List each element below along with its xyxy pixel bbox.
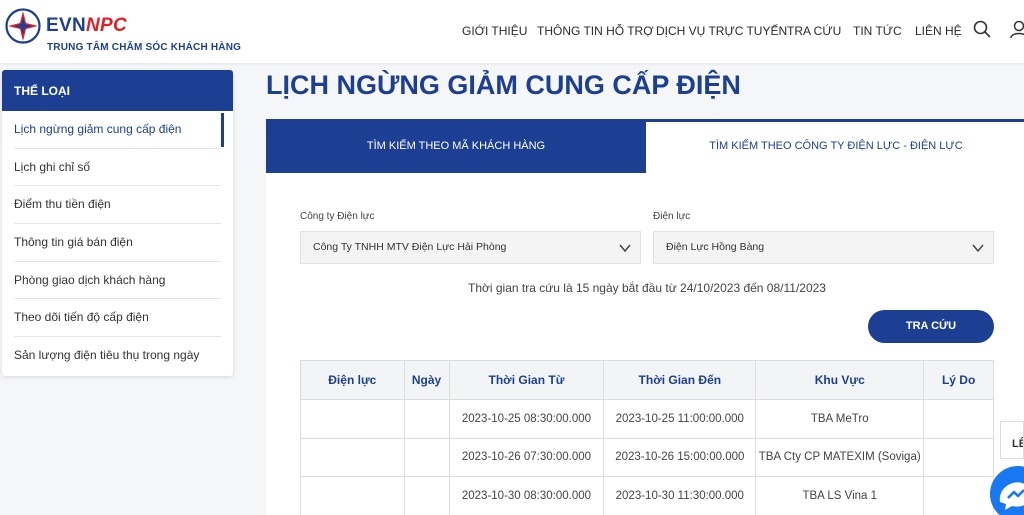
nav-item-lien-he[interactable]: LIÊN HỆ <box>915 24 962 38</box>
sidebar-item-gia-ban-dien[interactable]: Thông tin giá bán điện <box>14 224 221 262</box>
col-header-dien-luc[interactable]: Điện lực <box>300 360 405 400</box>
col-header-thoi-gian-den[interactable]: Thời Gian Đến <box>603 360 757 400</box>
col-header-khu-vuc[interactable]: Khu Vực <box>755 360 925 400</box>
search-button[interactable]: TRA CỨU <box>868 310 994 343</box>
cell-khu-vuc: TBA LS Vina 1 <box>755 476 925 515</box>
tab-search-by-company[interactable]: TÌM KIẾM THEO CÔNG TY ĐIỆN LỰC - ĐIỆN LỰ… <box>646 119 1024 173</box>
table-header-row: Điện lực Ngày Thời Gian Từ Thời Gian Đến… <box>300 360 994 400</box>
brand-name[interactable]: EVNNPC <box>46 15 127 37</box>
table-row: 2023-10-26 07:30:00.000 2023-10-26 15:00… <box>300 437 994 477</box>
sidebar-item-phong-giao-dich[interactable]: Phòng giao dịch khách hàng <box>14 262 221 300</box>
company-select-value: Công Ty TNHH MTV Điện Lực Hải Phòng <box>313 241 507 253</box>
col-header-thoi-gian-tu[interactable]: Thời Gian Từ <box>448 360 605 400</box>
company-select[interactable]: Công Ty TNHH MTV Điện Lực Hải Phòng <box>300 231 641 264</box>
unit-select-value: Điện Lực Hồng Bàng <box>666 241 765 253</box>
table-row: 2023-10-30 08:30:00.000 2023-10-30 11:30… <box>300 476 994 515</box>
search-period-note: Thời gian tra cứu là 15 ngày bắt đầu từ … <box>468 281 826 295</box>
sidebar-item-san-luong-dien[interactable]: Sản lượng điện tiêu thụ trong ngày <box>14 337 221 375</box>
cell-khu-vuc: TBA MeTro <box>755 399 925 439</box>
cell-khu-vuc: TBA Cty CP MATEXIM (Soviga) <box>755 437 925 477</box>
cell-dien-luc <box>300 437 405 477</box>
col-header-ly-do[interactable]: Lý Do <box>923 360 994 400</box>
sidebar-item-diem-thu-tien[interactable]: Điểm thu tiền điện <box>14 186 221 225</box>
nav-item-tra-cuu[interactable]: TRA CỨU <box>787 24 841 38</box>
cell-thoi-gian-den: 2023-10-26 15:00:00.000 <box>603 437 757 477</box>
brand-subtitle: TRUNG TÂM CHĂM SÓC KHÁCH HÀNG <box>47 42 242 53</box>
cell-dien-luc <box>300 399 405 439</box>
brand-name-part2: NPC <box>85 15 127 36</box>
cell-ly-do <box>923 399 994 439</box>
sidebar-item-tien-do-cap-dien[interactable]: Theo dõi tiến độ cấp điện <box>14 299 221 338</box>
page-title: LỊCH NGỪNG GIẢM CUNG CẤP ĐIỆN <box>266 70 741 100</box>
cell-thoi-gian-den: 2023-10-30 11:30:00.000 <box>603 476 757 515</box>
category-sidebar: THỂ LOẠI Lịch ngừng giảm cung cấp điện L… <box>2 70 233 376</box>
cell-thoi-gian-tu: 2023-10-25 08:30:00.000 <box>448 399 605 439</box>
cell-ngay <box>403 476 450 515</box>
sidebar-title: THỂ LOẠI <box>2 70 233 111</box>
search-icon[interactable] <box>973 20 991 38</box>
tab-search-by-customer-code[interactable]: TÌM KIẾM THEO MÃ KHÁCH HÀNG <box>266 119 646 173</box>
sidebar-item-lich-ngung-giam[interactable]: Lịch ngừng giảm cung cấp điện <box>14 111 224 149</box>
cell-ly-do <box>923 437 994 477</box>
user-icon[interactable] <box>1010 20 1024 38</box>
site-header: EVNNPC TRUNG TÂM CHĂM SÓC KHÁCH HÀNG GIỚ… <box>0 0 1024 63</box>
nav-item-tin-tuc[interactable]: TIN TỨC <box>853 24 902 38</box>
company-label: Công ty Điện lực <box>300 211 375 222</box>
nav-item-dich-vu-truc-tuyen[interactable]: DỊCH VỤ TRỰC TUYẾN <box>656 24 787 38</box>
cell-thoi-gian-tu: 2023-10-30 08:30:00.000 <box>448 476 605 515</box>
back-to-top-button[interactable]: LÊ <box>1000 421 1024 459</box>
unit-select[interactable]: Điện Lực Hồng Bàng <box>653 231 994 264</box>
sidebar-item-lich-ghi-chi-so[interactable]: Lịch ghi chỉ số <box>14 149 221 187</box>
chevron-down-icon <box>619 244 631 253</box>
cell-dien-luc <box>300 476 405 515</box>
brand-name-part1: EVN <box>46 15 86 36</box>
cell-thoi-gian-den: 2023-10-25 11:00:00.000 <box>603 399 757 439</box>
chevron-down-icon <box>972 244 984 253</box>
cell-ly-do <box>923 476 994 515</box>
col-header-ngay[interactable]: Ngày <box>403 360 450 400</box>
nav-item-gioi-thieu[interactable]: GIỚI THIỆU <box>462 24 527 38</box>
nav-item-thong-tin-ho-tro[interactable]: THÔNG TIN HỖ TRỢ <box>537 24 654 38</box>
cell-thoi-gian-tu: 2023-10-26 07:30:00.000 <box>448 437 605 477</box>
cell-ngay <box>403 437 450 477</box>
cell-ngay <box>403 399 450 439</box>
outage-schedule-table: Điện lực Ngày Thời Gian Từ Thời Gian Đến… <box>300 360 994 515</box>
table-row: 2023-10-25 08:30:00.000 2023-10-25 11:00… <box>300 399 994 439</box>
evn-logo-icon[interactable] <box>5 8 41 44</box>
unit-label: Điện lực <box>653 211 691 222</box>
